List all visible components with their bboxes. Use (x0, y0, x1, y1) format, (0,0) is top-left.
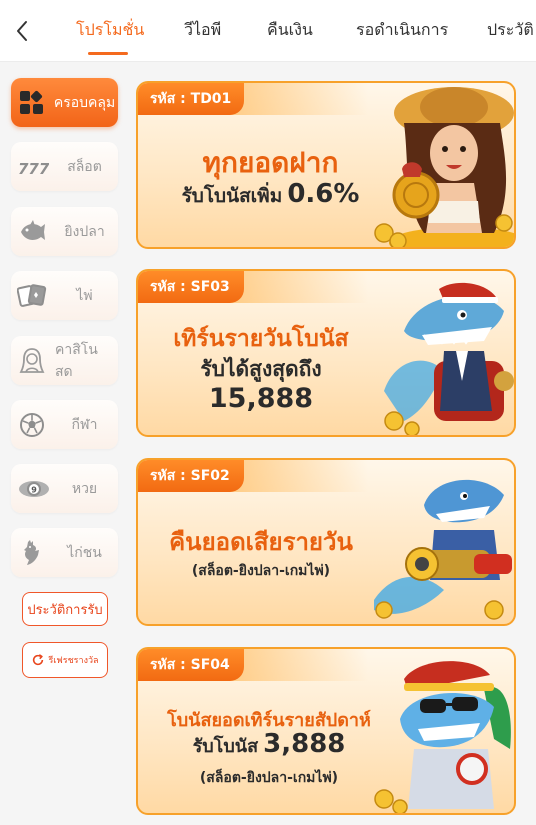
top-nav: โปรโมชั่น วีไอพี คืนเงิน รอดำเนินการ ประ… (0, 0, 536, 62)
svg-text:9: 9 (31, 486, 37, 495)
promo-code-tag: รหัส : TD01 (138, 83, 244, 115)
promo-subline: รับได้สูงสุดถึง (200, 357, 322, 381)
promo-subline-value: 0.6% (287, 179, 360, 209)
promo-headline: คืนยอดเสียรายวัน (169, 528, 353, 556)
sidebar-item-label: สล็อต (67, 158, 102, 175)
shark-sunglasses-illustration (374, 661, 511, 813)
tab-pending[interactable]: รอดำเนินการ (356, 18, 448, 43)
treasure-girl-illustration (374, 87, 514, 247)
claim-history-button[interactable]: ประวัติการรับ (22, 592, 108, 626)
sidebar-item-live-casino[interactable]: คาสิโนสด (11, 336, 118, 385)
sidebar-item-label: หวย (71, 480, 98, 497)
promo-amount: 15,888 (208, 383, 314, 414)
slot-777-icon: 777 (17, 152, 50, 182)
tab-history[interactable]: ประวัติ (487, 18, 534, 43)
promo-code-tag: รหัส : SF04 (138, 649, 244, 681)
dealer-icon (17, 346, 47, 376)
promo-code-tag: รหัส : SF03 (138, 271, 244, 303)
sidebar-item-cockfight[interactable]: ไก่ชน (11, 528, 118, 577)
refresh-icon (33, 654, 44, 666)
rooster-icon (17, 538, 47, 568)
promo-subline-value: 3,888 (263, 729, 346, 759)
promo-code-tag: รหัส : SF02 (138, 460, 244, 492)
sidebar-item-label: ยิงปลา (64, 223, 105, 240)
sidebar-item-label: ไก่ชน (67, 544, 102, 561)
tab-bar: โปรโมชั่น วีไอพี คืนเงิน รอดำเนินการ ประ… (0, 0, 536, 61)
sidebar-item-slots[interactable]: 777 สล็อต (11, 142, 118, 191)
shark-captain-illustration (384, 282, 514, 435)
fish-icon (17, 217, 47, 247)
promo-subline: รับโบนัส 3,888 (138, 729, 400, 760)
category-sidebar: ครอบคลุม 777 สล็อต ยิงปลา ไพ่ คาสิโนสด ก… (0, 62, 130, 825)
promo-subline: (สล็อต-ยิงปลา-เกมไพ่) (191, 563, 331, 579)
promo-banner-sf03[interactable]: รหัส : SF03 เทิร์นรายวันโบนัส รับได้สูงส… (136, 269, 516, 437)
svg-text:777: 777 (18, 160, 49, 178)
sidebar-item-label: คาสิโนสด (55, 341, 98, 380)
refresh-rewards-button[interactable]: รีเฟรชรางวัล (22, 642, 108, 678)
lottery-ball-icon: 9 (17, 474, 49, 504)
tab-vip[interactable]: วีไอพี (184, 18, 221, 43)
cards-icon (16, 281, 47, 311)
active-tab-indicator (88, 52, 128, 55)
promo-banner-sf02[interactable]: รหัส : SF02 คืนยอดเสียรายวัน (สล็อต-ยิงป… (136, 458, 516, 626)
sidebar-item-lottery[interactable]: 9 หวย (11, 464, 118, 513)
promo-subline-prefix: รับโบนัสเพิ่ม (181, 185, 283, 207)
sidebar-item-label: กีฬา (71, 416, 98, 433)
sidebar-item-fishing[interactable]: ยิงปลา (11, 207, 118, 256)
claim-history-label: ประวัติการรับ (27, 602, 103, 618)
grid-icon (17, 88, 47, 118)
promo-headline: เทิร์นรายวันโบนัส (173, 326, 349, 352)
sidebar-item-label: ครอบคลุม (53, 94, 116, 111)
tab-promotions[interactable]: โปรโมชั่น (76, 18, 144, 43)
sidebar-item-label: ไพ่ (76, 287, 93, 304)
promo-banner-sf04[interactable]: รหัส : SF04 โบนัสยอดเทิร์นรายสัปดาห์ รับ… (136, 647, 516, 815)
promo-banner-td01[interactable]: รหัส : TD01 ทุกยอดฝาก รับโบนัสเพิ่ม 0.6% (136, 81, 516, 249)
promo-subline-prefix: รับโบนัส (192, 736, 259, 757)
promo-footnote: (สล็อต-ยิงปลา-เกมไพ่) (199, 770, 339, 786)
sidebar-item-cards[interactable]: ไพ่ (11, 271, 118, 320)
refresh-rewards-label: รีเฟรชรางวัล (48, 656, 99, 666)
shark-cannon-illustration (374, 479, 512, 620)
sidebar-item-sports[interactable]: กีฬา (11, 400, 118, 449)
sidebar-item-all[interactable]: ครอบคลุม (11, 78, 118, 127)
tab-cashback[interactable]: คืนเงิน (267, 18, 313, 43)
soccer-ball-icon (17, 410, 47, 440)
